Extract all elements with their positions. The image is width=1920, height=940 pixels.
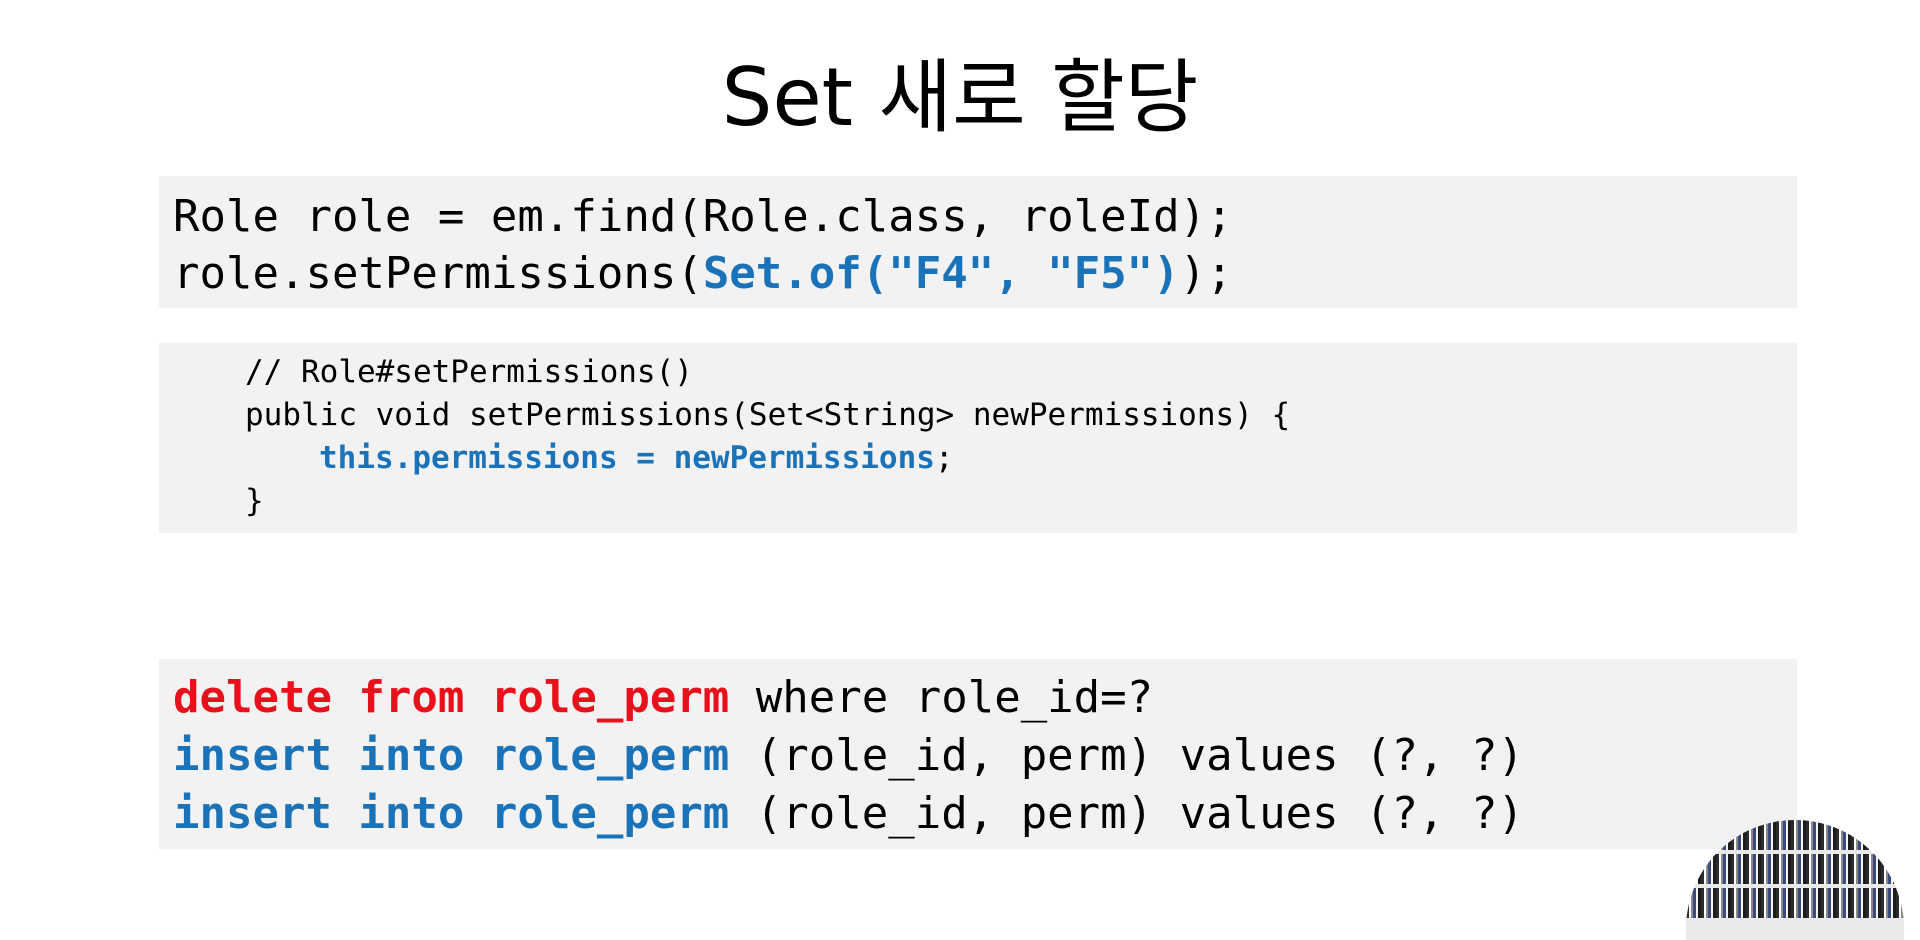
sql-text: (role_id, perm) values (?, ?) — [729, 788, 1525, 839]
code-comment: // Role#setPermissions() — [245, 354, 693, 390]
method-close-brace: } — [245, 483, 264, 519]
sql-text: where role_id=? — [729, 672, 1154, 723]
method-body-line: this.permissions = newPermissions; — [245, 437, 1797, 480]
sql-insert-line: insert into role_perm (role_id, perm) va… — [173, 727, 1797, 785]
sql-text: (role_id, perm) values (?, ?) — [729, 730, 1525, 781]
presenter-video-thumbnail — [1686, 820, 1904, 940]
code-text: role.setPermissions( — [173, 248, 703, 299]
sql-delete-line: delete from role_perm where role_id=? — [173, 669, 1797, 727]
highlighted-set-of: Set.of("F4", "F5") — [702, 248, 1180, 299]
bookshelf-row — [1686, 820, 1904, 850]
bookshelf-row — [1686, 888, 1904, 918]
sql-insert-keyword: insert into role_perm — [173, 788, 730, 839]
java-code-block: Role role = em.find(Role.class, roleId);… — [159, 176, 1797, 308]
code-line-find: Role role = em.find(Role.class, roleId); — [173, 191, 1233, 242]
code-line-set-permissions: role.setPermissions(Set.of("F4", "F5")); — [173, 245, 1797, 302]
bookshelf-row — [1686, 854, 1904, 884]
highlighted-assignment: this.permissions = newPermissions — [319, 440, 935, 476]
method-code-block: // Role#setPermissions() public void setP… — [159, 343, 1797, 533]
sql-code-block: delete from role_perm where role_id=? ins… — [159, 659, 1797, 849]
code-text: ; — [934, 440, 954, 476]
code-text: ); — [1179, 248, 1233, 299]
sql-insert-line: insert into role_perm (role_id, perm) va… — [173, 785, 1797, 843]
sql-insert-keyword: insert into role_perm — [173, 730, 730, 781]
method-signature: public void setPermissions(Set<String> n… — [245, 397, 1291, 433]
slide-title: Set 새로 할당 — [721, 51, 1199, 144]
sql-delete-keyword: delete from role_perm — [173, 672, 730, 723]
